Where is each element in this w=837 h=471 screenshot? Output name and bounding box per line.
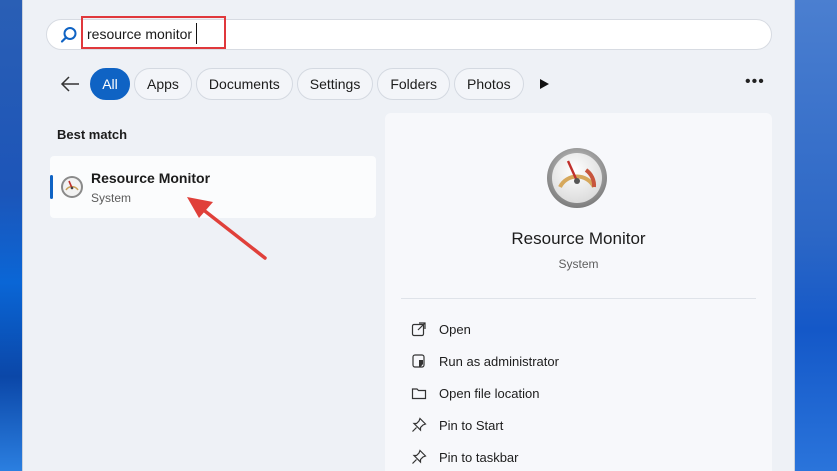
search-icon [60,27,77,43]
detail-pane: Resource Monitor System Open Run as admi… [385,113,772,471]
action-label: Pin to Start [439,417,504,433]
action-pin-to-start[interactable]: Pin to Start [411,409,711,441]
more-options-icon[interactable]: ••• [745,73,765,91]
tab-documents[interactable]: Documents [195,68,293,100]
resource-monitor-large-icon [547,148,607,208]
pin-icon [412,449,427,464]
result-title: Resource Monitor [91,170,211,186]
selection-accent [50,175,53,199]
tab-apps[interactable]: Apps [134,68,192,100]
action-label: Open file location [439,385,540,401]
action-run-as-administrator[interactable]: Run as administrator [411,345,711,377]
desktop-wallpaper-right [795,0,837,471]
tab-folders[interactable]: Folders [377,68,451,100]
pin-icon [412,417,427,432]
start-search-panel: All Apps Documents Settings Folders Phot… [22,0,795,471]
folder-icon [411,388,427,400]
tab-all[interactable]: All [90,68,130,100]
detail-subtitle: System [558,257,599,271]
action-label: Pin to taskbar [439,449,519,465]
action-open-file-location[interactable]: Open file location [411,377,711,409]
action-list: Open Run as administrator Open file loca… [411,313,711,471]
divider [401,298,756,299]
desktop-wallpaper-left [0,0,22,471]
action-label: Run as administrator [439,353,559,369]
detail-title: Resource Monitor [511,229,646,248]
open-external-icon [411,322,426,337]
shield-icon [412,354,425,368]
red-annotation-arrow [187,197,267,260]
more-filters-play-icon[interactable] [538,78,550,90]
tab-photos[interactable]: Photos [454,68,524,100]
action-pin-to-taskbar[interactable]: Pin to taskbar [411,441,711,471]
resource-monitor-gauge-icon [61,176,83,198]
result-subtitle: System [91,191,132,205]
tab-settings[interactable]: Settings [296,68,374,100]
action-label: Open [439,321,471,337]
filter-tabs: All Apps Documents Settings Folders Phot… [90,68,524,100]
section-title-best-match: Best match [57,127,128,142]
action-open[interactable]: Open [411,313,711,345]
search-highlight-annotation [81,16,226,49]
back-arrow-icon[interactable] [60,75,80,93]
